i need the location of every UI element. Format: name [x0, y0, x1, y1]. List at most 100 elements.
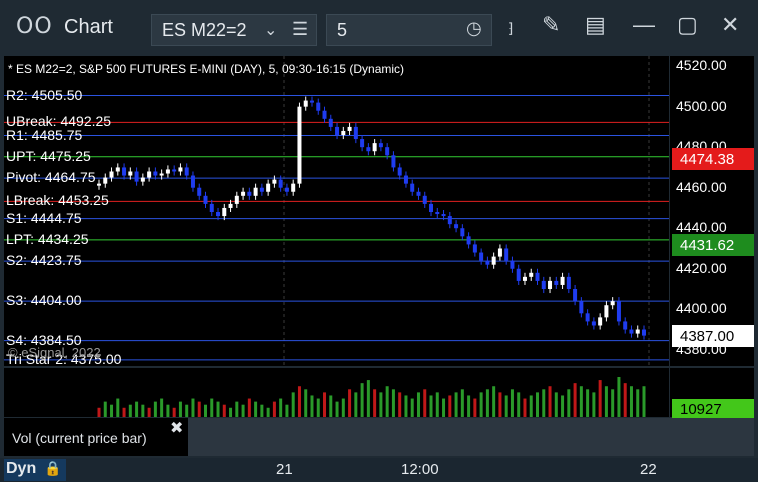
volume-bar	[548, 386, 552, 417]
volume-bar	[241, 404, 245, 417]
volume-bar	[629, 386, 633, 417]
candle-body	[341, 130, 346, 136]
volume-bar	[341, 398, 345, 417]
candle-body	[616, 301, 621, 322]
candle-body	[165, 169, 170, 174]
symbol-list-icon[interactable]: ☰	[292, 19, 308, 40]
time-label-21: 21	[276, 461, 293, 478]
candle-body	[510, 260, 515, 269]
candle-body	[635, 329, 640, 334]
candle-body	[178, 167, 183, 172]
volume-bar	[128, 404, 132, 417]
lock-icon[interactable]: 🔒	[44, 460, 61, 477]
candle-body	[460, 228, 465, 237]
volume-bar	[316, 398, 320, 417]
candle-body	[203, 195, 208, 204]
close-study-icon[interactable]: ✖	[170, 418, 183, 438]
volume-bar	[366, 380, 370, 417]
price-tag: 4387.00	[672, 324, 754, 347]
volume-bar	[191, 398, 195, 417]
dyn-button[interactable]: Dyn 🔒	[4, 459, 66, 481]
chevron-down-icon[interactable]: ⌄	[264, 20, 277, 40]
price-tick: 4400.00	[676, 300, 727, 317]
price-tag-text: 4474.38	[680, 150, 735, 168]
candle-body	[266, 183, 271, 192]
volume-bar	[348, 389, 352, 417]
volume-bar	[229, 407, 233, 417]
volume-bar	[592, 392, 596, 417]
volume-bar	[467, 395, 471, 417]
candle-body	[579, 301, 584, 314]
volume-pane[interactable]	[4, 368, 669, 417]
candle-body	[172, 169, 177, 172]
candle-body	[303, 100, 308, 107]
candle-body	[447, 216, 452, 225]
volume-bar	[310, 395, 314, 417]
volume-bar	[636, 389, 640, 417]
chart-header: * ES M22=2, S&P 500 FUTURES E-MINI (DAY)…	[8, 62, 405, 76]
candle-body	[410, 183, 415, 192]
candle-body	[197, 187, 202, 196]
volume-bar	[254, 401, 258, 417]
volume-bar	[429, 395, 433, 417]
volume-bar	[391, 389, 395, 417]
volume-bar	[247, 398, 251, 417]
volume-bar	[297, 386, 301, 417]
close-icon[interactable]: ✕	[721, 12, 739, 38]
volume-bar	[617, 377, 621, 417]
edit-icon[interactable]: ✎	[542, 12, 560, 38]
candle-body	[272, 179, 277, 184]
price-axis[interactable]: 4520.00 4500.00 4480.00 4460.00 4440.00 4420.…	[670, 56, 754, 366]
minimize-icon[interactable]: —	[633, 12, 655, 38]
candle-body	[241, 191, 246, 196]
volume-bar	[435, 392, 439, 417]
candle-body	[366, 147, 371, 152]
volume-bar	[485, 389, 489, 417]
volume-bar	[335, 401, 339, 417]
volume-bar	[567, 389, 571, 417]
candle-body	[190, 175, 195, 188]
price-chart[interactable]	[4, 56, 669, 366]
candle-body	[140, 177, 145, 182]
volume-bar	[561, 395, 565, 417]
candle-body	[485, 260, 490, 265]
volume-bar	[504, 395, 508, 417]
volume-bar	[166, 404, 170, 417]
volume-canvas	[97, 377, 646, 417]
volume-study-box[interactable]: Vol (current price bar) ✖	[4, 418, 188, 456]
time-label-22: 22	[640, 461, 657, 478]
volume-bar	[153, 401, 157, 417]
chart-canvas[interactable]	[4, 56, 669, 366]
candle-body	[222, 207, 227, 217]
maximize-icon[interactable]: ▢	[677, 12, 698, 38]
interval-selector[interactable]: 5 ◷	[326, 14, 492, 46]
candle-body	[491, 256, 496, 265]
volume-bar	[266, 407, 270, 417]
price-tick: 4500.00	[676, 97, 727, 114]
interval-value: 5	[337, 20, 348, 40]
clock-icon[interactable]: ◷	[466, 18, 482, 39]
time-axis[interactable]: Dyn 🔒 21 12:00 22	[0, 458, 758, 482]
price-tag: 4431.62	[672, 234, 754, 257]
candle-body	[497, 248, 502, 257]
candle-body	[642, 329, 646, 336]
candle-body	[623, 321, 628, 330]
template-icon[interactable]: ▤	[585, 12, 606, 38]
candle-body	[122, 167, 127, 176]
candle-body	[134, 171, 139, 182]
candle-body	[591, 321, 596, 326]
volume-bar	[604, 386, 608, 417]
volume-bar	[473, 398, 477, 417]
candle-body	[573, 289, 578, 302]
volume-bar	[103, 401, 107, 417]
candle-body	[115, 167, 120, 172]
volume-bar	[492, 386, 496, 417]
resize-icon[interactable]: ⁆	[508, 20, 513, 37]
symbol-selector[interactable]: ES M22=2 ⌄ ☰	[151, 14, 317, 46]
candle-body	[441, 214, 446, 217]
candle-body	[435, 212, 440, 215]
volume-last-tag: 10927	[672, 399, 754, 419]
volume-bar	[404, 395, 408, 417]
volume-bar	[141, 404, 145, 417]
candle-body	[598, 317, 603, 326]
